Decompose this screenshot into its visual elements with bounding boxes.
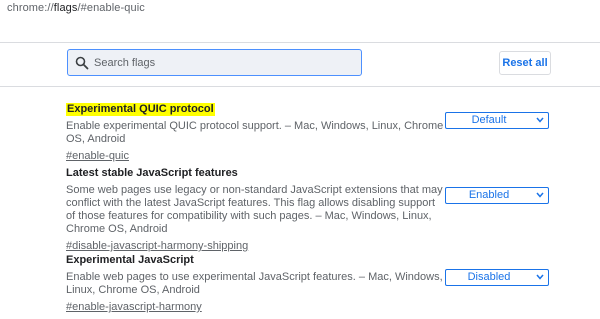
flag-state-select[interactable]: Disabled [445,269,549,286]
search-box[interactable] [67,49,362,76]
url-text[interactable]: chrome://flags/#enable-quic [7,2,145,14]
chevron-down-icon [536,192,544,198]
flag-permalink[interactable]: #enable-quic [66,150,129,163]
flag-permalink[interactable]: #enable-javascript-harmony [66,301,202,314]
select-value: Default [471,114,507,126]
url-scheme: chrome:// [7,2,54,14]
url-host: flags [53,2,78,14]
select-value: Enabled [468,189,510,201]
flag-state-select[interactable]: Default [445,112,549,129]
flag-entry-enable-quic: Experimental QUIC protocol Enable experi… [66,99,446,164]
flag-description: Some web pages use legacy or non-standar… [66,184,443,235]
divider [0,86,600,87]
reset-all-button[interactable]: Reset all [499,51,551,75]
chevron-down-icon [536,117,544,123]
flag-title: Experimental JavaScript [66,254,194,266]
flag-description: Enable experimental QUIC protocol suppor… [66,120,444,145]
flag-description: Enable web pages to use experimental Jav… [66,271,443,296]
url-path: /#enable-quic [77,2,145,14]
flag-title: Latest stable JavaScript features [66,167,238,179]
chevron-down-icon [536,274,544,280]
flag-entry-disable-javascript-harmony-shipping: Latest stable JavaScript features Some w… [66,163,446,254]
search-icon [75,56,89,70]
flag-state-select[interactable]: Enabled [445,187,549,204]
flag-title: Experimental QUIC protocol [66,103,215,116]
address-bar[interactable]: chrome://flags/#enable-quic [0,0,600,22]
select-value: Disabled [467,271,511,283]
flag-entry-enable-javascript-harmony: Experimental JavaScript Enable web pages… [66,250,446,315]
search-input[interactable] [92,52,356,74]
